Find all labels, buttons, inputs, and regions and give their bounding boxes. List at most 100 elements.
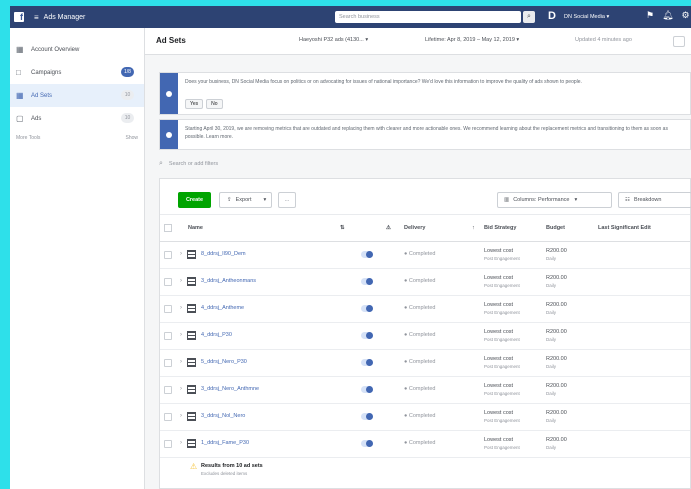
export-label: Export [235, 197, 252, 203]
budget-sub: Daily [546, 364, 557, 369]
table-row[interactable]: › 4_ddrsj_Antheme ● Completed Lowest cost Po… [160, 296, 690, 323]
ad-set-toggle[interactable] [361, 278, 373, 285]
ad-set-name-link[interactable]: 1_ddrsj_Fame_P30 [201, 440, 249, 446]
sidebar-item-ads[interactable]: ▢ Ads 10 [10, 107, 144, 130]
ad-set-toggle[interactable] [361, 440, 373, 447]
ad-set-name-link[interactable]: 4_ddrsj_Antheme [201, 305, 244, 311]
expand-arrow-icon[interactable]: › [180, 332, 182, 338]
account-switcher[interactable]: DN Social Media ▾ [564, 14, 609, 20]
account-logo[interactable]: D [548, 10, 556, 22]
bell-icon[interactable]: 🔔︎ [662, 10, 673, 21]
row-checkbox[interactable] [164, 332, 172, 340]
row-checkbox[interactable] [164, 413, 172, 421]
column-header-delivery[interactable]: Delivery [404, 225, 425, 231]
main-content: Ad Sets Haeyoshi P32 ads (4130... ▾ Life… [145, 28, 691, 489]
expand-arrow-icon[interactable]: › [180, 359, 182, 365]
table-row[interactable]: › 4_ddrsj_P30 ● Completed Lowest cost Post E… [160, 323, 690, 350]
export-button[interactable]: ⇪ Export ▾ [219, 192, 272, 208]
delivery-status: ● Completed [404, 305, 436, 311]
page-title: Ad Sets [156, 36, 186, 45]
ad-set-name-link[interactable]: 5_ddrsj_Nero_P30 [201, 359, 247, 365]
no-button[interactable]: No [206, 99, 223, 109]
ad-set-toggle[interactable] [361, 332, 373, 339]
page-header: Ad Sets Haeyoshi P32 ads (4130... ▾ Life… [145, 28, 691, 55]
ad-set-toggle[interactable] [361, 386, 373, 393]
ad-set-name-link[interactable]: 4_ddrsj_P30 [201, 332, 232, 338]
table-body: › 8_ddrsj_Il90_Dem ● Completed Lowest cost P… [160, 242, 690, 458]
filter-search[interactable]: ⌕ Search or add filters [159, 156, 691, 172]
row-checkbox[interactable] [164, 359, 172, 367]
expand-arrow-icon[interactable]: › [180, 386, 182, 392]
row-checkbox[interactable] [164, 440, 172, 448]
date-range-picker[interactable]: Lifetime: Apr 8, 2019 – May 12, 2019 ▾ [425, 37, 519, 43]
top-bar: f ≡ Ads Manager Search business ⌕ D DN S… [10, 6, 691, 28]
refresh-button[interactable] [673, 36, 685, 47]
ad-set-name-link[interactable]: 3_ddrsj_Nero_Anthmne [201, 386, 259, 392]
sort-up-icon[interactable]: ↑ [472, 225, 475, 231]
ad-set-name-link[interactable]: 3_ddrsj_Antheonmans [201, 278, 256, 284]
row-checkbox[interactable] [164, 305, 172, 313]
expand-arrow-icon[interactable]: › [180, 278, 182, 284]
table-row[interactable]: › 1_ddrsj_Fame_P30 ● Completed Lowest cost P… [160, 431, 690, 458]
campaign-selector[interactable]: Haeyoshi P32 ads (4130... ▾ [299, 37, 368, 43]
budget-cell: R200.00 Daily [546, 437, 567, 451]
facebook-logo-icon[interactable]: f [14, 12, 24, 22]
business-search-input[interactable]: Search business [335, 11, 521, 23]
budget-sub: Daily [546, 445, 557, 450]
table-row[interactable]: › 8_ddrsj_Il90_Dem ● Completed Lowest cost P… [160, 242, 690, 269]
bid-strategy-sub: Post Engagement [484, 391, 520, 396]
table-row[interactable]: › 3_ddrsj_Antheonmans ● Completed Lowest co… [160, 269, 690, 296]
budget-cell: R200.00 Daily [546, 329, 567, 343]
ad-set-toggle[interactable] [361, 413, 373, 420]
row-checkbox[interactable] [164, 386, 172, 394]
bid-strategy-sub: Post Engagement [484, 256, 520, 261]
bid-strategy-value: Lowest cost [484, 329, 514, 335]
budget-value: R200.00 [546, 356, 567, 362]
more-actions-button[interactable]: ... [278, 192, 296, 208]
column-header-name[interactable]: Name [188, 225, 203, 231]
expand-arrow-icon[interactable]: › [180, 251, 182, 257]
column-header-last-edit[interactable]: Last Significant Edit [598, 225, 651, 231]
budget-value: R200.00 [546, 302, 567, 308]
create-button[interactable]: Create [178, 192, 211, 208]
row-checkbox[interactable] [164, 251, 172, 259]
budget-value: R200.00 [546, 329, 567, 335]
ad-set-name-link[interactable]: 8_ddrsj_Il90_Dem [201, 251, 246, 257]
flag-icon[interactable]: ⚑ [646, 10, 654, 21]
breakdown-button[interactable]: ☷ Breakdown [618, 192, 691, 208]
filter-search-input[interactable]: Search or add filters [169, 161, 218, 167]
sidebar-item-campaigns[interactable]: □ Campaigns 1/8 [10, 61, 144, 84]
row-checkbox[interactable] [164, 278, 172, 286]
expand-arrow-icon[interactable]: › [180, 440, 182, 446]
table-header: Name ⇅ ⚠ Delivery ↑ Bid Strategy Budget … [160, 215, 690, 242]
ad-set-toggle[interactable] [361, 251, 373, 258]
budget-cell: R200.00 Daily [546, 248, 567, 262]
expand-arrow-icon[interactable]: › [180, 305, 182, 311]
expand-arrow-icon[interactable]: › [180, 413, 182, 419]
select-all-checkbox[interactable] [164, 224, 172, 232]
column-header-budget[interactable]: Budget [546, 225, 565, 231]
gear-icon[interactable]: ⚙ [682, 10, 690, 21]
sort-icon[interactable]: ⇅ [340, 225, 345, 231]
ad-set-name-link[interactable]: 3_ddrsj_Nol_Nero [201, 413, 245, 419]
table-row[interactable]: › 5_ddrsj_Nero_P30 ● Completed Lowest cost P… [160, 350, 690, 377]
ad-set-toggle[interactable] [361, 359, 373, 366]
delivery-status: ● Completed [404, 332, 436, 338]
sidebar-item-ad-sets[interactable]: ▦ Ad Sets 10 [10, 84, 144, 107]
table-row[interactable]: › 3_ddrsj_Nero_Anthmne ● Completed Lowest c… [160, 377, 690, 404]
table-row[interactable]: › 3_ddrsj_Nol_Nero ● Completed Lowest cost P… [160, 404, 690, 431]
warning-icon: ⚠ [190, 462, 198, 471]
ad-sets-table-panel: Create ⇪ Export ▾ ... ▥ Columns: Perform… [159, 178, 691, 489]
budget-cell: R200.00 Daily [546, 383, 567, 397]
show-tools-link[interactable]: Show [125, 135, 138, 141]
search-icon[interactable]: ⌕ [523, 11, 535, 23]
column-header-bid-strategy[interactable]: Bid Strategy [484, 225, 516, 231]
budget-value: R200.00 [546, 437, 567, 443]
columns-selector[interactable]: ▥ Columns: Performance ▾ [497, 192, 612, 208]
yes-button[interactable]: Yes [185, 99, 204, 109]
hamburger-menu-icon[interactable]: ≡ [34, 13, 39, 22]
sidebar-item-account-overview[interactable]: ▦ Account Overview [10, 38, 144, 61]
ad-set-toggle[interactable] [361, 305, 373, 312]
chevron-down-icon: ▾ [574, 197, 578, 203]
more-tools-row[interactable]: More Tools Show [10, 130, 144, 146]
